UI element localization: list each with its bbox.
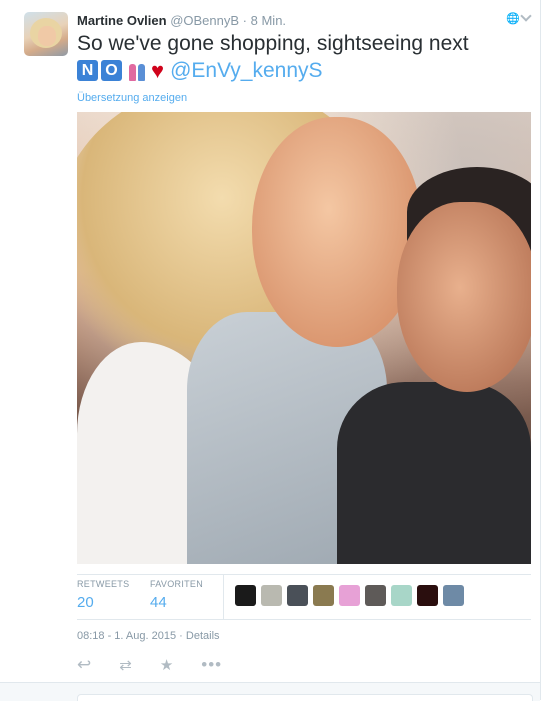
globe-icon: 🌐 [506, 13, 520, 25]
favoriter-avatar[interactable] [365, 585, 386, 606]
photo-woman-face [252, 117, 422, 347]
header-separator: · [242, 13, 248, 28]
tweet-text-line1: So we've gone shopping, sightseeing next [77, 32, 469, 55]
couple-woman-shape [129, 64, 136, 81]
heart-icon: ♥ [151, 57, 165, 83]
avatar-face [38, 26, 56, 46]
tweet-photo[interactable] [77, 112, 531, 564]
user-username[interactable]: @OBennyB [170, 13, 239, 28]
tweet-header: Martine Ovlien @OBennyB · 8 Min. [77, 12, 286, 29]
favorites-label: FAVORITEN [150, 579, 204, 589]
favoriter-avatar[interactable] [261, 585, 282, 606]
user-avatar[interactable] [24, 12, 68, 56]
tweet-text-line2: N O ♥ @EnVy_kennyS [77, 57, 323, 84]
retweets-label: RETWEETS [77, 579, 130, 589]
stats-divider [223, 575, 224, 619]
user-fullname[interactable]: Martine Ovlien [77, 13, 167, 28]
details-link[interactable]: Details [186, 630, 220, 642]
tweet-time[interactable]: 8 Min. [251, 13, 286, 28]
couple-man-shape [138, 64, 145, 81]
favoriters-list [235, 585, 469, 606]
tweet-actions: ↩ ⇄ ★ ••• [77, 655, 250, 675]
favoriter-avatar[interactable] [235, 585, 256, 606]
timestamp-separator: · [179, 630, 183, 642]
favoriter-avatar[interactable] [339, 585, 360, 606]
no-entry-n-icon: N [77, 60, 98, 81]
favoriter-avatar[interactable] [287, 585, 308, 606]
retweet-icon[interactable]: ⇄ [119, 656, 132, 674]
favoriter-avatar[interactable] [313, 585, 334, 606]
more-icon[interactable]: ••• [201, 655, 222, 675]
retweets-count: 20 [77, 594, 94, 611]
favorites-stat[interactable]: FAVORITEN 44 [150, 579, 203, 611]
favoriter-avatar[interactable] [443, 585, 464, 606]
favorites-count: 44 [150, 594, 167, 611]
retweets-stat[interactable]: RETWEETS 20 [77, 579, 129, 611]
translate-link[interactable]: Übersetzung anzeigen [77, 92, 187, 104]
reply-icon[interactable]: ↩ [77, 655, 91, 675]
tweet-card: Martine Ovlien @OBennyB · 8 Min. 🌐 So we… [0, 0, 541, 700]
favoriter-avatar[interactable] [417, 585, 438, 606]
tweet-timestamp: 08:18 - 1. Aug. 2015 [77, 630, 177, 642]
favoriter-avatar[interactable] [391, 585, 412, 606]
couple-icon [125, 60, 149, 81]
photo-dark-tshirt [337, 382, 531, 564]
photo-man-face [397, 202, 531, 392]
no-entry-o-icon: O [101, 60, 122, 81]
chevron-down-icon[interactable] [520, 10, 532, 22]
tweet-stats: RETWEETS 20 FAVORITEN 44 [77, 574, 531, 620]
favorite-icon[interactable]: ★ [160, 656, 173, 674]
tweet-timestamp-row: 08:18 - 1. Aug. 2015 · Details [77, 630, 220, 642]
mention-link[interactable]: @EnVy_kennyS [170, 59, 322, 83]
